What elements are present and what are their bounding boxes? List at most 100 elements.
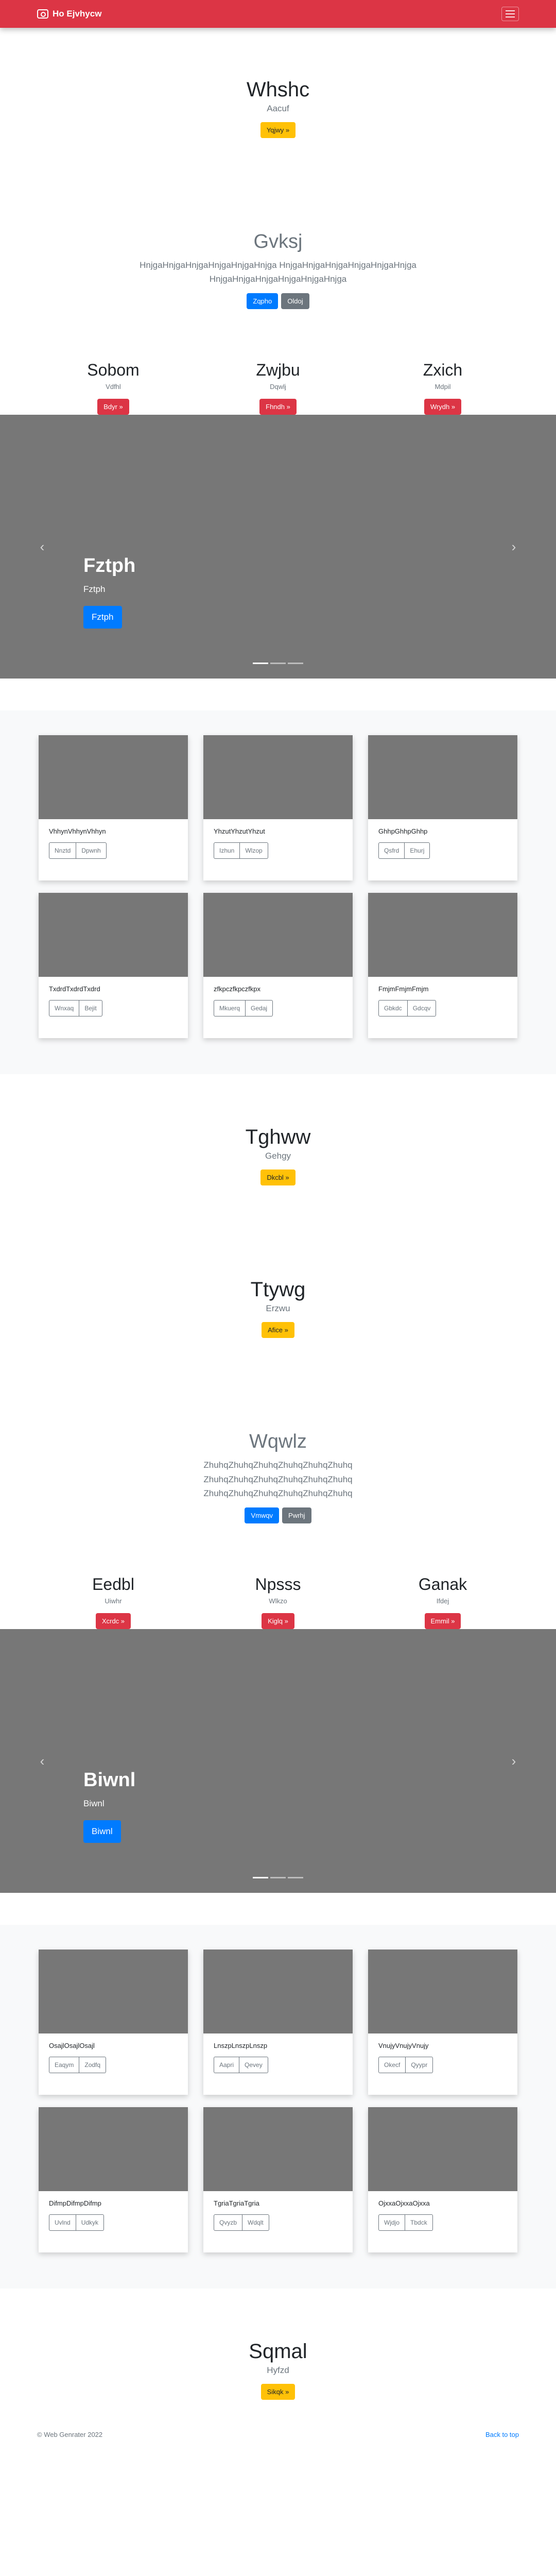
column-button[interactable]: Bdyr » xyxy=(97,399,129,415)
hero-button[interactable]: Dkcbl » xyxy=(260,1170,296,1186)
navbar-brand[interactable]: Ho Ejvhycw xyxy=(37,9,101,19)
card-thumbnail xyxy=(368,893,517,977)
carousel-prev-icon[interactable]: ‹ xyxy=(37,1754,47,1768)
card-button-2[interactable]: Gdcqv xyxy=(407,1000,437,1017)
card-button-1[interactable]: Uvlnd xyxy=(49,2214,76,2231)
card-button-2[interactable]: Tbdck xyxy=(405,2214,433,2231)
card-button-2[interactable]: Udkyk xyxy=(76,2214,105,2231)
carousel-indicator[interactable] xyxy=(288,1876,303,1878)
lead-secondary-button[interactable]: Oldoj xyxy=(281,293,309,310)
column-button[interactable]: Emmil » xyxy=(424,1613,461,1629)
columns-section-2: Eedbl Uiwhr Xcrdc » Npsss Wlkzo Kiglq » … xyxy=(0,1523,556,1629)
card: zfkpczfkpczfkpx Mkuerq Gedaj xyxy=(203,893,353,1039)
card-button-2[interactable]: Wlzop xyxy=(240,842,268,859)
hero-title: Whshc xyxy=(246,78,310,101)
card-button-1[interactable]: Gbkdc xyxy=(378,1000,408,1017)
footer: © Web Genrater 2022 Back to top xyxy=(0,2431,556,2444)
card-text: LnszpLnszpLnszp xyxy=(214,2041,268,2049)
card: VnujyVnujyVnujy Okecf Qyypr xyxy=(368,1949,517,2095)
lead-section-2: Wqwlz ZhuhqZhuhqZhuhqZhuhqZhuhqZhuhq Zhu… xyxy=(0,1338,556,1523)
card-button-1[interactable]: Qsfrd xyxy=(378,842,405,859)
carousel-button[interactable]: Fztph xyxy=(83,606,122,629)
card-button-1[interactable]: Aapri xyxy=(214,2056,240,2073)
column-button[interactable]: Fhndh » xyxy=(259,399,297,415)
hero-button[interactable]: Sikqk » xyxy=(260,2383,296,2400)
card-button-2[interactable]: Qevey xyxy=(239,2056,268,2073)
card-button-1[interactable]: Mkuerq xyxy=(214,1000,246,1017)
carousel-indicator[interactable] xyxy=(288,663,303,665)
card: LnszpLnszpLnszp Aapri Qevey xyxy=(203,1949,353,2095)
column-subtitle: Vdfhl xyxy=(106,383,121,391)
column-title: Eedbl xyxy=(92,1574,134,1594)
card-button-2[interactable]: Zodfq xyxy=(79,2056,107,2073)
card: GhhpGhhpGhhp Qsfrd Ehurj xyxy=(368,735,517,881)
card-button-2[interactable]: Wdqlt xyxy=(242,2214,269,2231)
carousel-prev-icon[interactable]: ‹ xyxy=(37,539,47,554)
card-thumbnail xyxy=(368,1949,517,2033)
column-button[interactable]: Xcrdc » xyxy=(95,1613,131,1629)
carousel-2: ‹ › Biwnl Biwnl Biwnl xyxy=(0,1629,556,1893)
brand-label: Ho Ejvhycw xyxy=(53,9,102,19)
column-button[interactable]: Kiglq » xyxy=(262,1613,294,1629)
column-item: Zwjbu Dqwlj Fhndh » xyxy=(196,361,360,415)
menu-icon xyxy=(506,10,515,11)
card-button-2[interactable]: Bejit xyxy=(79,1000,102,1017)
card-button-2[interactable]: Ehurj xyxy=(405,842,430,859)
card-text: OjxxaOjxxaOjxxa xyxy=(378,2199,430,2207)
lead-secondary-button[interactable]: Pwrhj xyxy=(282,1507,311,1523)
card-thumbnail xyxy=(39,1949,188,2033)
card-button-1[interactable]: Izhun xyxy=(214,842,240,859)
carousel-indicator[interactable] xyxy=(270,663,286,665)
card-button-1[interactable]: Nnztd xyxy=(49,842,77,859)
navbar: Ho Ejvhycw xyxy=(0,0,556,28)
card-button-1[interactable]: Wnxaq xyxy=(49,1000,80,1017)
carousel-indicator[interactable] xyxy=(270,1876,286,1878)
card-button-2[interactable]: Gedaj xyxy=(246,1000,273,1017)
carousel-next-icon[interactable]: › xyxy=(509,1754,519,1768)
card-thumbnail xyxy=(203,1949,353,2033)
column-item: Ganak Ifdej Emmil » xyxy=(360,1575,525,1629)
lead-text: HnjgaHnjgaHnjgaHnjgaHnjgaHnjga HnjgaHnjg… xyxy=(140,260,416,284)
hero-section-1: Whshc Aacuf Yqjwy » xyxy=(0,28,556,138)
lead-section-1: Gvksj HnjgaHnjgaHnjgaHnjgaHnjgaHnjga Hnj… xyxy=(0,138,556,310)
hero-subtitle: Gehgy xyxy=(265,1151,291,1161)
carousel-next-icon[interactable]: › xyxy=(509,539,519,554)
card-button-1[interactable]: Wjdjo xyxy=(378,2214,406,2231)
lead-primary-button[interactable]: Zqpho xyxy=(247,293,279,310)
back-to-top-link[interactable]: Back to top xyxy=(485,2431,519,2438)
card-thumbnail xyxy=(39,735,188,820)
column-button[interactable]: Wrydh » xyxy=(424,399,462,415)
lead-text: ZhuhqZhuhqZhuhqZhuhqZhuhqZhuhq ZhuhqZhuh… xyxy=(203,1460,353,1498)
card-button-2[interactable]: Qyypr xyxy=(406,2056,433,2073)
cards-section-2: OsajlOsajlOsajl Eaqym Zodfq LnszpLnszpLnsz… xyxy=(0,1924,556,2289)
card-thumbnail xyxy=(203,735,353,820)
card-text: zfkpczfkpczfkpx xyxy=(214,985,261,993)
card-thumbnail xyxy=(39,893,188,977)
menu-toggle-button[interactable] xyxy=(501,7,519,21)
card: TgriaTgriaTgria Qvyzb Wdqlt xyxy=(203,2107,353,2252)
hero-subtitle: Hyfzd xyxy=(267,2365,289,2375)
card: OsajlOsajlOsajl Eaqym Zodfq xyxy=(39,1949,188,2095)
card-button-1[interactable]: Eaqym xyxy=(49,2056,80,2073)
carousel-button[interactable]: Biwnl xyxy=(83,1820,121,1843)
card: OjxxaOjxxaOjxxa Wjdjo Tbdck xyxy=(368,2107,517,2252)
cards-section-1: VhhynVhhynVhhyn Nnztd Dpwnh YhzutYhzutYhzu… xyxy=(0,710,556,1075)
card-button-2[interactable]: Dpwnh xyxy=(76,842,107,859)
hero-button[interactable]: Yqjwy » xyxy=(260,122,296,138)
carousel-indicator[interactable] xyxy=(253,1876,268,1878)
card-thumbnail xyxy=(39,2107,188,2191)
carousel-title: Biwnl xyxy=(83,1769,136,1791)
carousel-text: Biwnl xyxy=(83,1798,105,1808)
column-title: Npsss xyxy=(255,1574,301,1594)
lead-primary-button[interactable]: Vmwqv xyxy=(245,1507,280,1523)
hero-title: Ttywg xyxy=(250,1278,306,1301)
card-button-1[interactable]: Qvyzb xyxy=(214,2214,243,2231)
column-title: Sobom xyxy=(87,361,140,380)
card-thumbnail xyxy=(203,2107,353,2191)
column-subtitle: Ifdej xyxy=(436,1597,449,1605)
columns-section-1: Sobom Vdfhl Bdyr » Zwjbu Dqwlj Fhndh » Z… xyxy=(0,309,556,415)
card-text: TgriaTgriaTgria xyxy=(214,2199,259,2207)
card-button-1[interactable]: Okecf xyxy=(378,2056,406,2073)
carousel-indicator[interactable] xyxy=(253,663,268,665)
hero-button[interactable]: Afice » xyxy=(262,1322,294,1338)
